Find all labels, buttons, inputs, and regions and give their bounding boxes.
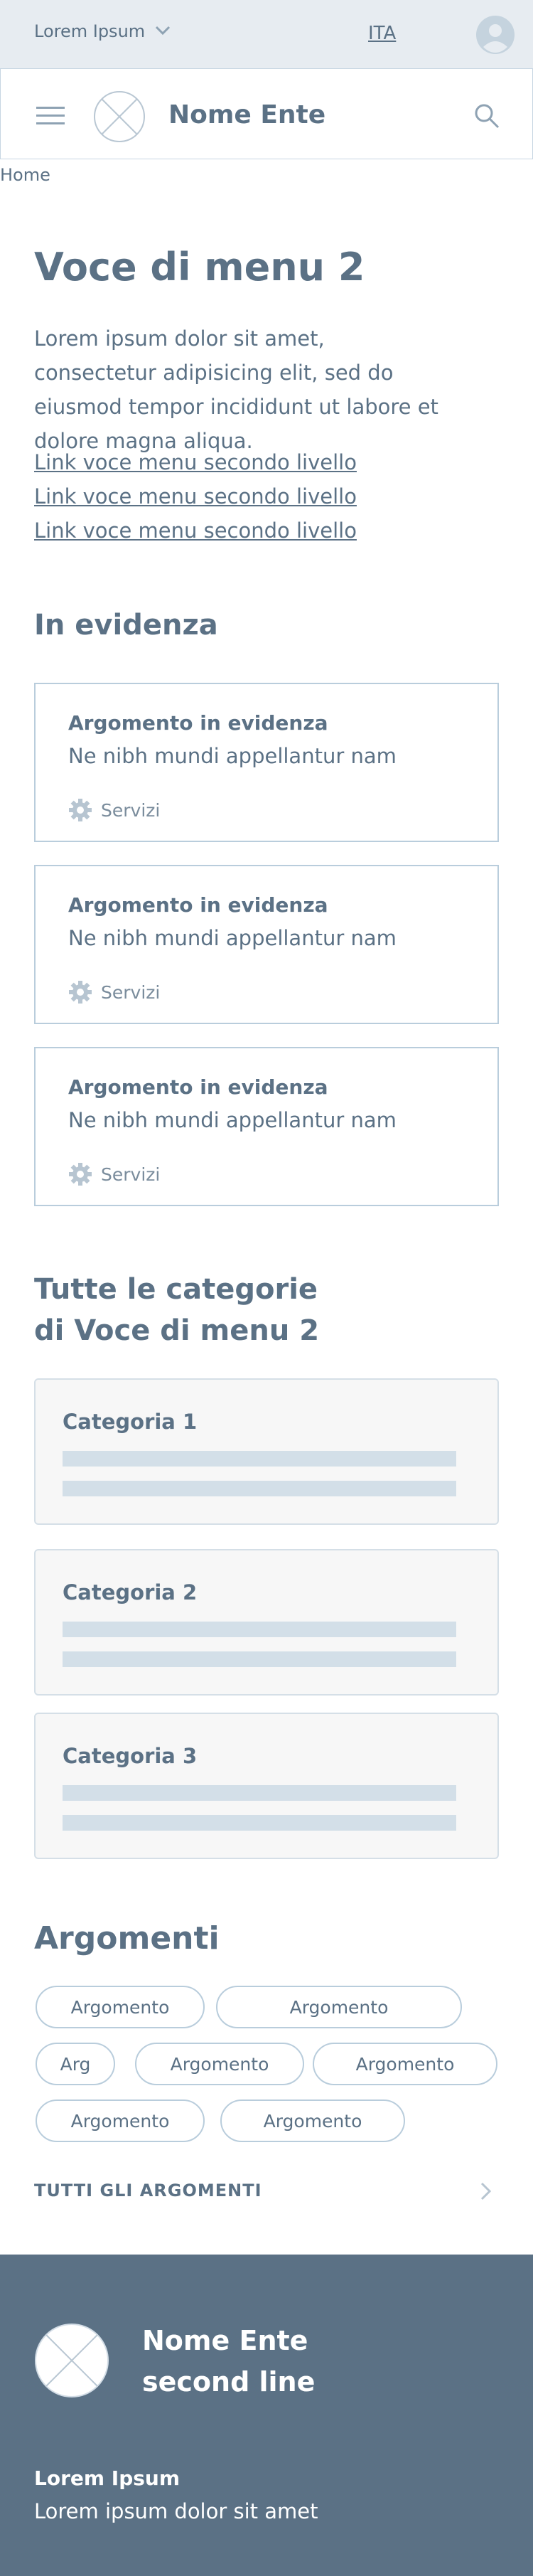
category-card[interactable]: Categoria 2 bbox=[34, 1549, 499, 1696]
topic-chip[interactable]: Argomento bbox=[36, 1986, 205, 2028]
categories-title-line2: di Voce di menu 2 bbox=[34, 1314, 320, 1347]
topic-chip[interactable]: Argomento bbox=[36, 2099, 205, 2142]
category-title: Categoria 3 bbox=[63, 1744, 198, 1768]
page-intro: Lorem ipsum dolor sit amet, consectetur … bbox=[34, 326, 438, 453]
hamburger-menu-icon[interactable] bbox=[36, 106, 65, 126]
categories-title: Tutte le categorie di Voce di menu 2 bbox=[34, 1269, 319, 1351]
categories-title-line1: Tutte le categorie bbox=[34, 1273, 318, 1306]
text-placeholder bbox=[63, 1815, 456, 1831]
topic-chip[interactable]: Arg bbox=[36, 2043, 115, 2085]
topic-chip[interactable]: Argomento bbox=[220, 2099, 405, 2142]
all-topics-label: TUTTI GLI ARGOMENTI bbox=[34, 2181, 262, 2200]
breadcrumb-home[interactable]: Home bbox=[0, 165, 50, 185]
category-card[interactable]: Categoria 1 bbox=[34, 1378, 499, 1525]
footer-heading: Lorem Ipsum bbox=[34, 2466, 181, 2490]
topics-title: Argomenti bbox=[34, 1920, 220, 1957]
site-header: Nome Ente bbox=[0, 68, 533, 159]
ente-logo-placeholder[interactable] bbox=[93, 90, 146, 143]
text-placeholder bbox=[63, 1481, 456, 1496]
all-topics-link[interactable]: TUTTI GLI ARGOMENTI bbox=[34, 2178, 499, 2206]
card-category[interactable]: Servizi bbox=[68, 980, 160, 1004]
gear-icon bbox=[69, 1163, 92, 1186]
card-category[interactable]: Servizi bbox=[68, 1162, 160, 1186]
footer-logo-placeholder[interactable] bbox=[34, 2323, 109, 2398]
topic-chip[interactable]: Argomento bbox=[216, 1986, 462, 2028]
gear-icon bbox=[69, 981, 92, 1004]
card-category-label: Servizi bbox=[101, 799, 161, 821]
topic-chip[interactable]: Argomento bbox=[313, 2043, 497, 2085]
chevron-down-icon[interactable] bbox=[155, 26, 171, 36]
search-icon[interactable] bbox=[473, 102, 501, 130]
footer-ente-name-line1: Nome Ente bbox=[142, 2325, 308, 2356]
highlight-card[interactable]: Argomento in evidenza Ne nibh mundi appe… bbox=[34, 683, 499, 842]
second-level-link[interactable]: Link voce menu secondo livello bbox=[34, 479, 357, 513]
card-title: Argomento in evidenza bbox=[68, 1075, 328, 1099]
card-category-label: Servizi bbox=[101, 1164, 161, 1185]
card-text: Ne nibh mundi appellantur nam bbox=[68, 744, 397, 768]
second-level-link[interactable]: Link voce menu secondo livello bbox=[34, 445, 357, 479]
language-selector[interactable]: ITA bbox=[368, 23, 396, 44]
brand-dropdown-label[interactable]: Lorem Ipsum bbox=[34, 21, 145, 41]
text-placeholder bbox=[63, 1785, 456, 1801]
highlights-title: In evidenza bbox=[34, 609, 218, 642]
card-text: Ne nibh mundi appellantur nam bbox=[68, 1108, 397, 1132]
card-category-label: Servizi bbox=[101, 981, 161, 1003]
footer-ente-name[interactable]: Nome Ente second line bbox=[142, 2320, 315, 2402]
second-level-link[interactable]: Link voce menu secondo livello bbox=[34, 513, 357, 548]
card-title: Argomento in evidenza bbox=[68, 893, 328, 917]
chevron-right-icon bbox=[480, 2182, 492, 2200]
category-card[interactable]: Categoria 3 bbox=[34, 1713, 499, 1859]
topic-chip[interactable]: Argomento bbox=[135, 2043, 304, 2085]
card-category[interactable]: Servizi bbox=[68, 798, 160, 822]
second-level-links: Link voce menu secondo livello Link voce… bbox=[34, 445, 357, 548]
text-placeholder bbox=[63, 1451, 456, 1467]
footer-text: Lorem ipsum dolor sit amet bbox=[34, 2499, 318, 2523]
highlight-card[interactable]: Argomento in evidenza Ne nibh mundi appe… bbox=[34, 1047, 499, 1206]
site-footer: Nome Ente second line Lorem Ipsum Lorem … bbox=[0, 2255, 533, 2576]
text-placeholder bbox=[63, 1651, 456, 1667]
card-text: Ne nibh mundi appellantur nam bbox=[68, 926, 397, 950]
footer-ente-name-line2: second line bbox=[142, 2366, 316, 2397]
page-title: Voce di menu 2 bbox=[34, 245, 365, 289]
text-placeholder bbox=[63, 1622, 456, 1637]
gear-icon bbox=[69, 799, 92, 821]
highlight-card[interactable]: Argomento in evidenza Ne nibh mundi appe… bbox=[34, 865, 499, 1024]
category-title: Categoria 1 bbox=[63, 1410, 198, 1434]
category-title: Categoria 2 bbox=[63, 1580, 198, 1604]
ente-name[interactable]: Nome Ente bbox=[168, 100, 325, 129]
user-avatar-icon[interactable] bbox=[476, 16, 515, 54]
card-title: Argomento in evidenza bbox=[68, 711, 328, 735]
top-bar: Lorem Ipsum ITA bbox=[0, 0, 533, 68]
